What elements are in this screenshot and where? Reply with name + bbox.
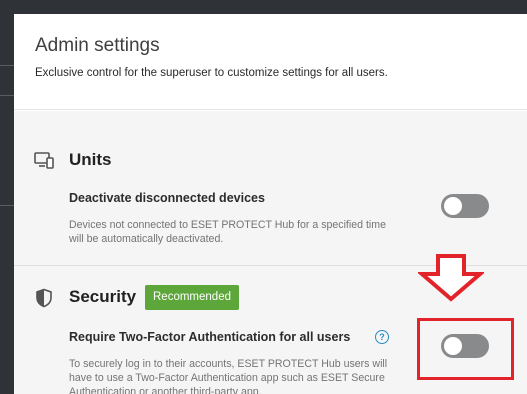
shield-icon: [36, 288, 52, 308]
two-factor-toggle[interactable]: [441, 334, 489, 358]
recommended-badge: Recommended: [145, 285, 239, 310]
security-title: Security: [69, 287, 137, 306]
two-factor-label: Require Two-Factor Authentication for al…: [69, 330, 351, 344]
units-title: Units: [69, 150, 112, 169]
page-subtitle: Exclusive control for the superuser to c…: [35, 67, 388, 79]
toggle-knob: [444, 337, 462, 355]
background-divider: [0, 205, 14, 206]
monitor-devices-icon: [34, 152, 54, 169]
background-divider: [0, 65, 14, 66]
page-title: Admin settings: [35, 35, 160, 56]
background-divider: [0, 95, 14, 96]
help-icon[interactable]: ?: [375, 330, 389, 344]
down-arrow-icon: [418, 254, 484, 302]
deactivate-devices-label: Deactivate disconnected devices: [69, 191, 265, 205]
two-factor-description: To securely log in to their accounts, ES…: [69, 358, 388, 394]
deactivate-devices-description: Devices not connected to ESET PROTECT Hu…: [69, 219, 386, 245]
units-section: Units Deactivate disconnected devices De…: [14, 111, 527, 266]
panel-header: Admin settings Exclusive control for the…: [14, 14, 527, 110]
deactivate-devices-toggle[interactable]: [441, 194, 489, 218]
admin-settings-panel: Admin settings Exclusive control for the…: [14, 14, 527, 394]
toggle-knob: [444, 197, 462, 215]
settings-content: Units Deactivate disconnected devices De…: [14, 111, 527, 394]
